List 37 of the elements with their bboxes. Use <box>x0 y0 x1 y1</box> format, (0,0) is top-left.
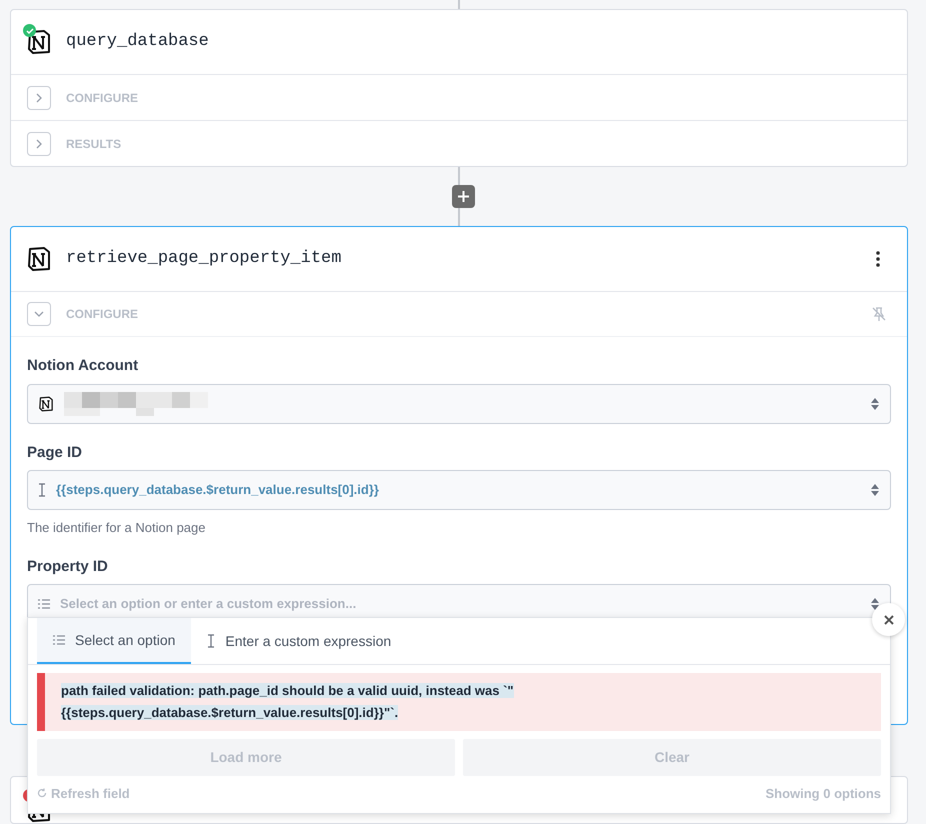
text-cursor-icon <box>207 634 216 648</box>
list-icon <box>53 635 65 645</box>
close-icon <box>884 614 894 624</box>
field-label: Property ID <box>27 556 109 576</box>
step-name: retrieve_page_property_item <box>66 248 342 270</box>
notion-logo-icon <box>26 29 52 55</box>
account-select[interactable] <box>27 384 891 424</box>
field-label: Page ID <box>27 442 84 462</box>
unpin-icon[interactable] <box>871 306 887 322</box>
field-value: {{steps.query_database.$return_value.results[0].id}} <box>56 481 379 500</box>
dropdown-tab[interactable]: Select an option <box>37 618 192 664</box>
section-label[interactable]: CONFIGURE <box>66 305 138 323</box>
options-count: Showing 0 options <box>765 784 881 803</box>
expression-field[interactable]: {{steps.query_database.$return_value.results[0].id}} <box>27 470 891 510</box>
more-icon[interactable] <box>876 251 880 267</box>
refresh-icon <box>37 788 47 798</box>
list-icon <box>38 599 50 609</box>
plus-icon <box>458 191 468 202</box>
updown-icon <box>870 483 880 497</box>
expand-toggle[interactable] <box>27 86 51 110</box>
step-name: query_database <box>66 31 209 54</box>
add-step-button[interactable] <box>452 185 474 208</box>
notion-logo-icon <box>38 396 54 412</box>
expand-toggle[interactable] <box>27 302 51 326</box>
section-label[interactable]: RESULTS <box>66 134 122 152</box>
updown-icon <box>870 396 880 410</box>
error-message: path failed validation: path.page_id should be a valid uuid, instead was `"{{steps.query_database.$return_value.results[0].id}}"`. <box>61 682 515 722</box>
select-placeholder: Select an option or enter a custom expression... <box>60 595 356 614</box>
updown-icon <box>870 597 880 611</box>
text-cursor-icon <box>38 483 46 497</box>
check-icon <box>26 26 34 34</box>
field-label: Notion Account <box>27 356 140 376</box>
notion-logo-icon <box>26 246 52 272</box>
field-hint: The identifier for a Notion page <box>27 519 206 537</box>
refresh-field-button[interactable]: Refresh field <box>37 784 130 803</box>
section-label[interactable]: CONFIGURE <box>66 88 138 106</box>
expand-toggle[interactable] <box>27 132 51 156</box>
